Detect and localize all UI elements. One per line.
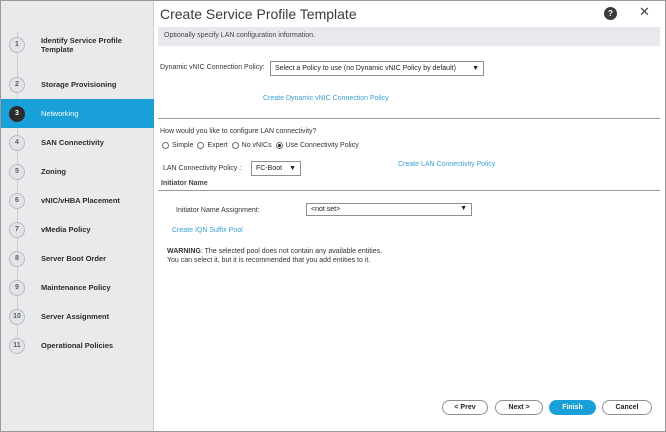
- dynamic-vnic-policy-label: Dynamic vNIC Connection Policy:: [160, 64, 265, 71]
- step-label: Zoning: [41, 167, 66, 176]
- radio-no-vnics[interactable]: [231, 142, 239, 149]
- step-label: vNIC/vHBA Placement: [41, 196, 120, 205]
- next-button[interactable]: Next >: [495, 400, 543, 415]
- step-identify-service-profile-template[interactable]: 1 Identify Service Profile Template: [1, 30, 154, 59]
- help-icon[interactable]: ?: [604, 7, 617, 20]
- warning-text-2: You can select it, but it is recommended…: [167, 257, 371, 264]
- radio-use-connectivity-policy[interactable]: [275, 142, 283, 149]
- step-number-badge: 7: [9, 221, 25, 238]
- step-server-assignment[interactable]: 10 Server Assignment: [1, 302, 154, 331]
- radio-simple-label: Simple: [172, 142, 194, 149]
- lan-connectivity-policy-value: FC-Boot: [256, 165, 283, 172]
- dynamic-vnic-policy-select[interactable]: Select a Policy to use (no Dynamic vNIC …: [270, 61, 484, 76]
- wizard-steps-sidebar: 1 Identify Service Profile Template 2 St…: [1, 1, 154, 431]
- dropdown-arrow-icon: ▼: [460, 205, 467, 212]
- step-number-badge: 4: [9, 134, 25, 151]
- step-number-badge: 10: [9, 308, 25, 325]
- step-label: Operational Policies: [41, 341, 114, 350]
- section-divider: [158, 190, 660, 191]
- pool-warning-message: WARNING: The selected pool does not cont…: [167, 247, 382, 265]
- lan-connectivity-policy-select[interactable]: FC-Boot ▼: [251, 161, 301, 176]
- step-label: Storage Provisioning: [41, 80, 117, 89]
- initiator-name-assignment-value: <not set>: [311, 206, 341, 213]
- lan-connectivity-policy-label: LAN Connectivity Policy :: [163, 165, 242, 172]
- radio-simple[interactable]: [162, 142, 169, 149]
- info-message: Optionally specify LAN configuration inf…: [158, 27, 660, 46]
- prev-button[interactable]: < Prev: [442, 400, 488, 415]
- step-label: Identify Service Profile Template: [41, 35, 122, 54]
- step-networking[interactable]: 3 Networking: [1, 99, 154, 128]
- create-lan-connectivity-policy-link[interactable]: Create LAN Connectivity Policy: [398, 161, 495, 168]
- step-san-connectivity[interactable]: 4 SAN Connectivity: [1, 128, 154, 157]
- finish-button[interactable]: Finish: [549, 400, 596, 415]
- dropdown-arrow-icon: ▼: [289, 165, 296, 172]
- radio-use-connectivity-policy-label: Use Connectivity Policy: [285, 142, 359, 149]
- step-number-badge: 3: [9, 105, 25, 122]
- step-vmedia-policy[interactable]: 7 vMedia Policy: [1, 215, 154, 244]
- step-label: SAN Connectivity: [41, 138, 104, 147]
- step-number-badge: 8: [9, 250, 25, 267]
- step-label: Server Boot Order: [41, 254, 107, 263]
- initiator-name-heading: Initiator Name: [161, 180, 208, 187]
- step-number-badge: 5: [9, 163, 25, 180]
- initiator-name-assignment-label: Initiator Name Assignment:: [176, 207, 260, 214]
- lan-connectivity-question: How would you like to configure LAN conn…: [160, 128, 317, 135]
- dialog-title: Create Service Profile Template: [160, 6, 357, 22]
- close-icon[interactable]: ✕: [639, 4, 650, 20]
- step-number-badge: 11: [9, 337, 25, 354]
- warning-title: WARNING: [167, 248, 201, 255]
- warning-text: : The selected pool does not contain any…: [200, 248, 383, 255]
- lan-connectivity-options: Simple Expert No vNICs Use Connectivity …: [158, 142, 359, 149]
- create-dynamic-vnic-policy-link[interactable]: Create Dynamic vNIC Connection Policy: [263, 95, 389, 102]
- step-number-badge: 2: [9, 76, 25, 93]
- step-vnic-vhba-placement[interactable]: 6 vNIC/vHBA Placement: [1, 186, 154, 215]
- cancel-button[interactable]: Cancel: [602, 400, 652, 415]
- section-divider: [158, 118, 660, 119]
- dynamic-vnic-policy-value: Select a Policy to use (no Dynamic vNIC …: [275, 65, 456, 72]
- dropdown-arrow-icon: ▼: [472, 65, 479, 72]
- step-zoning[interactable]: 5 Zoning: [1, 157, 154, 186]
- create-iqn-suffix-pool-link[interactable]: Create IQN Suffix Pool: [172, 227, 243, 234]
- step-label: Maintenance Policy: [41, 283, 111, 292]
- radio-no-vnics-label: No vNICs: [241, 142, 272, 149]
- step-operational-policies[interactable]: 11 Operational Policies: [1, 331, 154, 360]
- step-label: vMedia Policy: [41, 225, 91, 234]
- step-label: Networking: [41, 109, 79, 118]
- radio-expert-label: Expert: [207, 142, 228, 149]
- step-server-boot-order[interactable]: 8 Server Boot Order: [1, 244, 154, 273]
- step-label: Server Assignment: [41, 312, 110, 321]
- step-number-badge: 1: [9, 36, 25, 53]
- initiator-name-assignment-select[interactable]: <not set> ▼: [306, 203, 472, 216]
- radio-expert[interactable]: [197, 142, 205, 149]
- step-number-badge: 9: [9, 279, 25, 296]
- step-number-badge: 6: [9, 192, 25, 209]
- step-storage-provisioning[interactable]: 2 Storage Provisioning: [1, 70, 154, 99]
- step-maintenance-policy[interactable]: 9 Maintenance Policy: [1, 273, 154, 302]
